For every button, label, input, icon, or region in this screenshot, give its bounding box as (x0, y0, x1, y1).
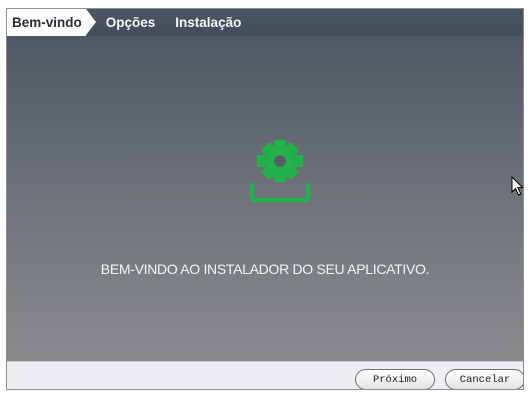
mouse-cursor-icon (511, 176, 523, 196)
step-welcome[interactable]: Bem-vindo (7, 9, 96, 36)
gear-install-icon (250, 140, 310, 202)
step-tabs: Bem-vindo Opções Instalação (7, 9, 523, 36)
step-installation[interactable]: Instalação (165, 9, 251, 36)
installer-window: Bem-vindo Opções Instalação BEM-VINDO AO… (6, 8, 524, 390)
welcome-message: BEM-VINDO AO INSTALADOR DO SEU APLICATIV… (100, 261, 430, 277)
step-options[interactable]: Opções (96, 9, 166, 36)
next-button[interactable]: Próximo (355, 369, 435, 389)
cancel-button[interactable]: Cancelar (445, 369, 523, 389)
button-bar: Próximo Cancelar (7, 361, 523, 389)
welcome-panel: BEM-VINDO AO INSTALADOR DO SEU APLICATIV… (7, 36, 523, 361)
